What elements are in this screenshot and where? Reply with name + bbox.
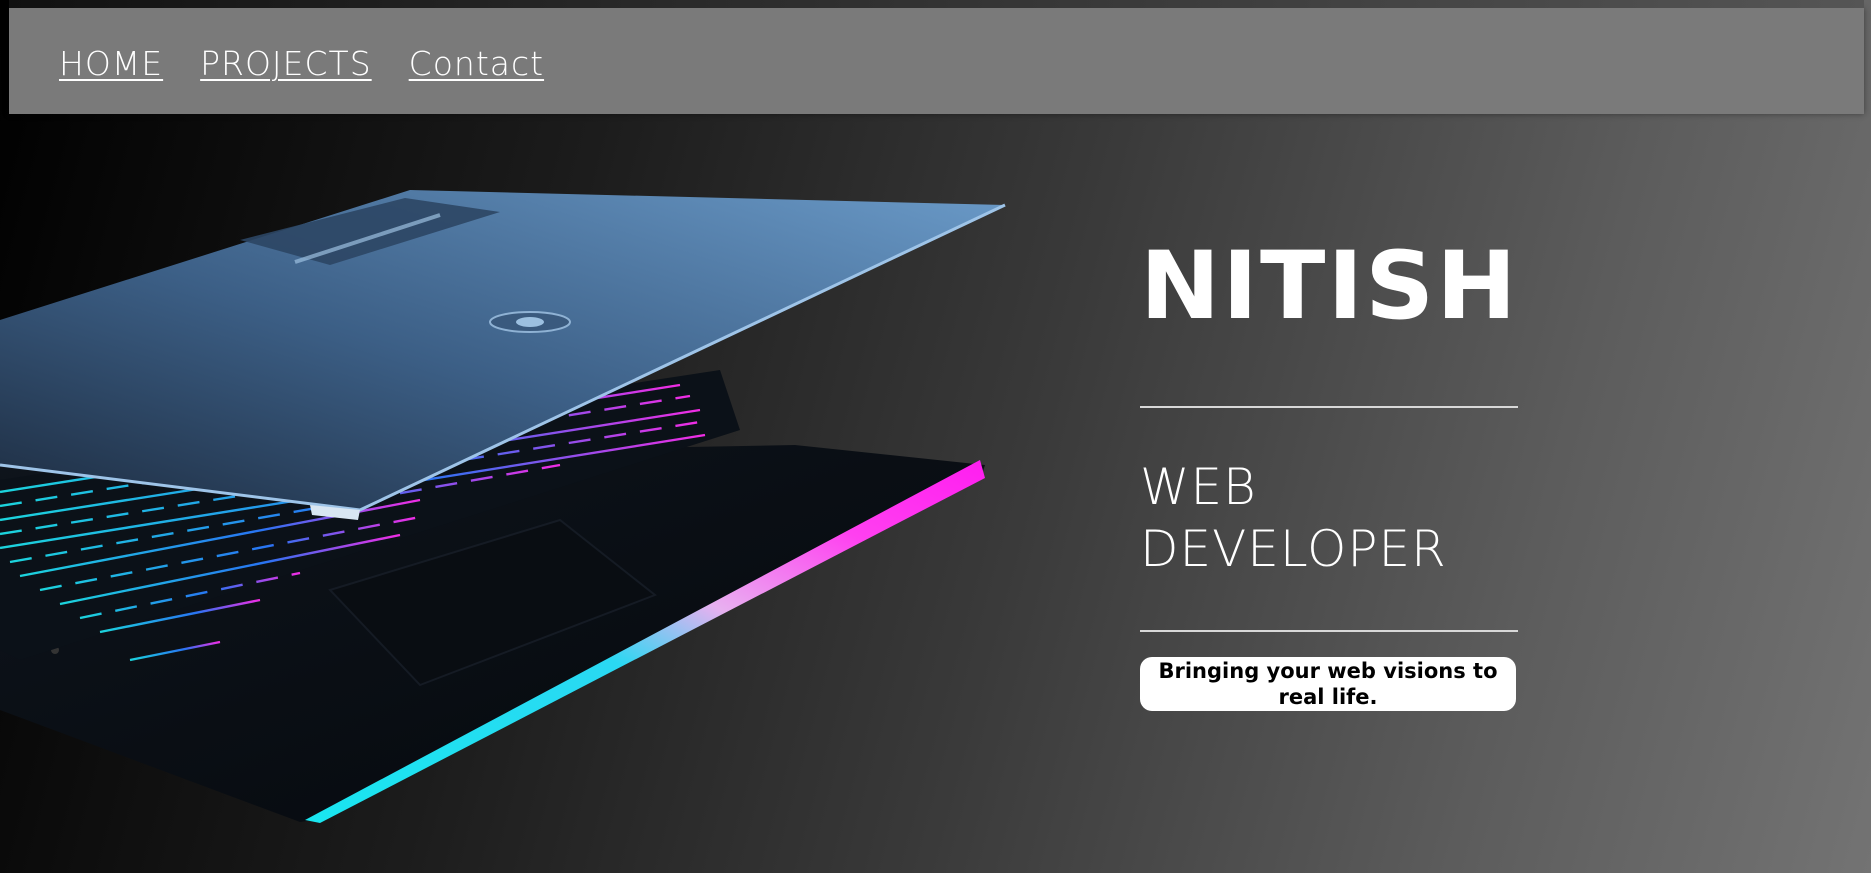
tagline-badge: Bringing your web visions to real life. xyxy=(1140,657,1516,711)
nav-link-home[interactable]: HOME xyxy=(59,44,163,83)
hero-role: WEB DEVELOPER xyxy=(1140,456,1518,580)
laptop-image xyxy=(0,190,1006,823)
divider xyxy=(1140,406,1518,408)
nav-link-contact[interactable]: Contact xyxy=(409,44,544,83)
hero-role-line1: WEB xyxy=(1140,458,1257,516)
hero-name: NITISH xyxy=(1140,232,1519,341)
navbar: HOME PROJECTS Contact xyxy=(9,0,1864,114)
hero-section: NITISH WEB DEVELOPER Bringing your web v… xyxy=(1140,240,1518,711)
hero-role-line2: DEVELOPER xyxy=(1140,520,1447,578)
divider xyxy=(1140,630,1518,632)
nav-links: HOME PROJECTS Contact xyxy=(59,44,544,83)
nav-link-projects[interactable]: PROJECTS xyxy=(200,44,372,83)
